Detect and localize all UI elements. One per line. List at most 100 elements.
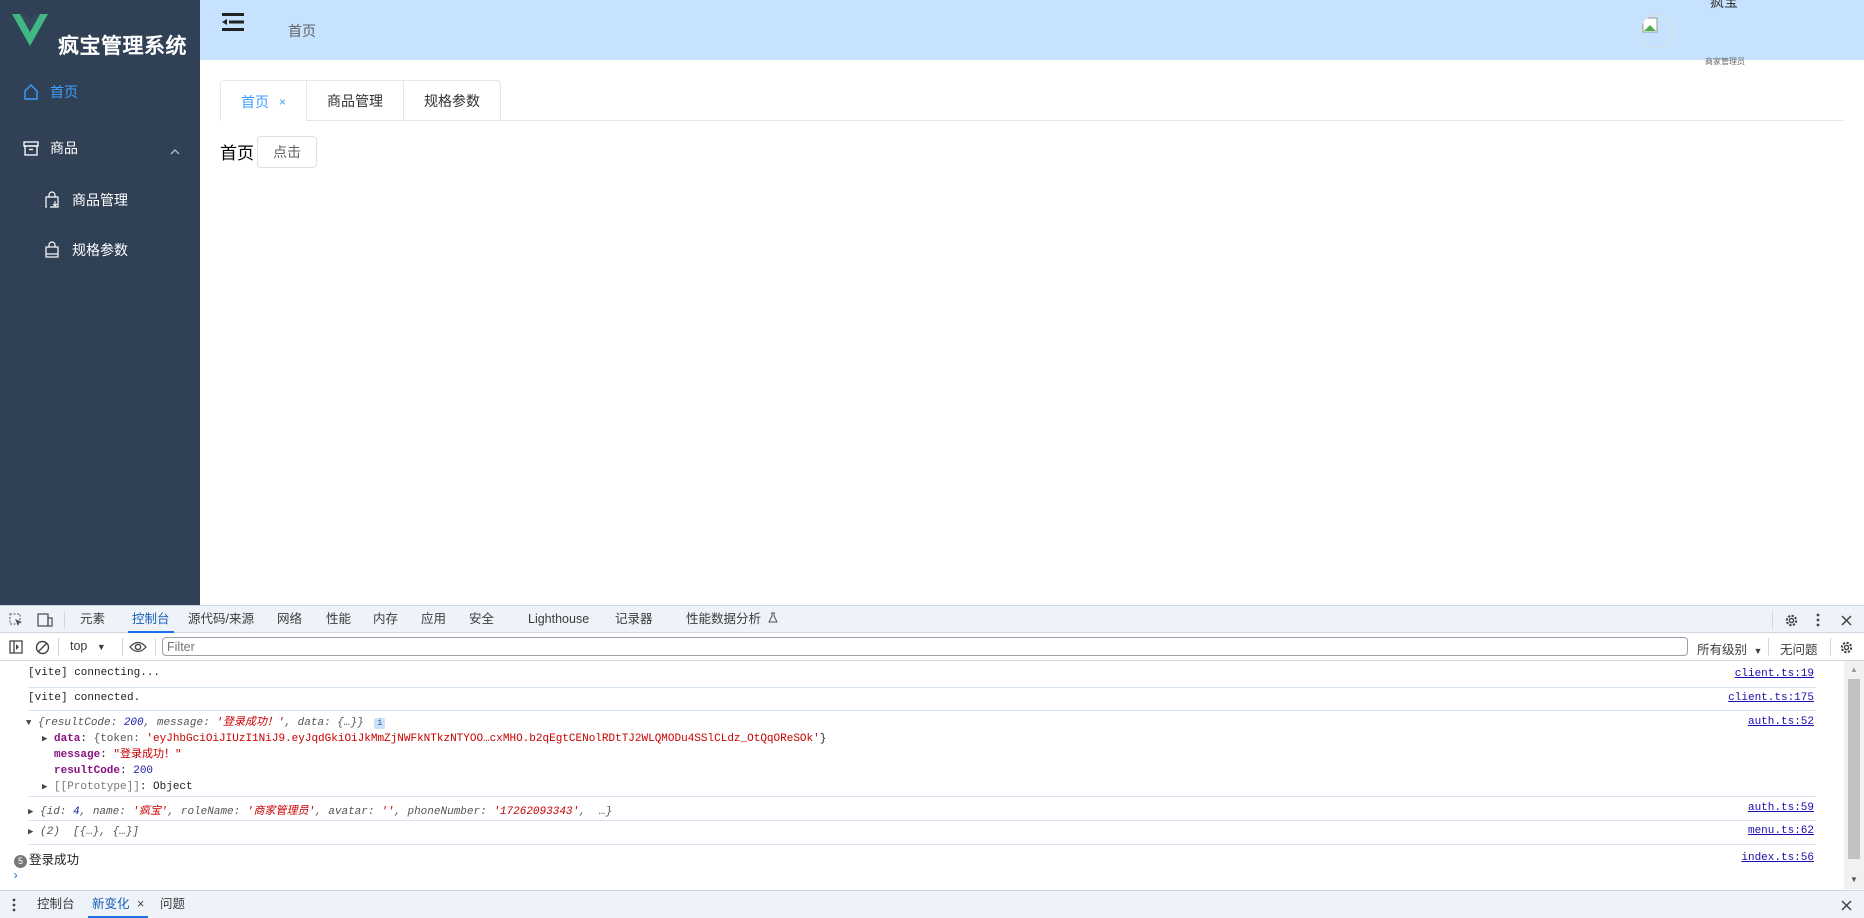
- console-scrollbar[interactable]: ▲ ▼: [1844, 661, 1864, 889]
- drawer-tab-issues[interactable]: 问题: [160, 891, 185, 918]
- click-button[interactable]: 点击: [257, 136, 317, 168]
- console-message-grouped: 5 登录成功: [14, 849, 79, 868]
- tab-label: 性能数据分析: [686, 612, 762, 626]
- expand-triangle-icon[interactable]: ▶: [28, 807, 40, 817]
- tab-label: 商品管理: [327, 93, 384, 109]
- tab-label: 规格参数: [424, 93, 481, 109]
- tab-application[interactable]: 应用: [421, 606, 446, 633]
- repeat-count-badge: 5: [14, 855, 27, 868]
- console-output: [vite] connecting... client.ts:19 [vite]…: [0, 661, 1844, 889]
- bag-icon: [44, 241, 62, 259]
- message-text: 登录成功: [29, 853, 80, 867]
- source-link[interactable]: auth.ts:59: [1748, 802, 1814, 814]
- tab-performance[interactable]: 性能: [326, 606, 351, 633]
- close-drawer-icon[interactable]: [1838, 896, 1854, 914]
- info-icon[interactable]: i: [374, 718, 386, 729]
- close-devtools-icon[interactable]: [1838, 611, 1854, 629]
- tab-bar: 首页 × 商品管理 规格参数: [220, 80, 1844, 122]
- scroll-down-icon[interactable]: ▼: [1850, 875, 1858, 884]
- page-title: 首页: [220, 144, 254, 163]
- scroll-up-icon[interactable]: ▲: [1850, 665, 1858, 674]
- sidebar-item-spec-params[interactable]: 规格参数: [0, 222, 200, 278]
- app-title: 疯宝管理系统: [58, 35, 187, 58]
- live-expression-eye-icon[interactable]: [128, 638, 148, 656]
- message-text: [vite] connected.: [28, 692, 141, 704]
- tab-label: 新变化: [92, 897, 130, 911]
- tab-console[interactable]: 控制台: [128, 606, 174, 633]
- sidebar-item-label: 商品管理: [72, 192, 128, 208]
- tab-security[interactable]: 安全: [469, 606, 494, 633]
- context-selector[interactable]: top ▼: [70, 639, 106, 653]
- dropdown-arrow-icon: ▼: [1753, 646, 1763, 656]
- context-label: top: [70, 639, 88, 653]
- tab-elements[interactable]: 元素: [80, 606, 105, 633]
- sidebar-item-home[interactable]: 首页: [0, 64, 200, 120]
- console-toolbar: top ▼ 所有级别 ▼ 无问题: [0, 633, 1864, 661]
- drawer-menu-icon[interactable]: [10, 896, 18, 914]
- close-icon[interactable]: ×: [137, 897, 144, 911]
- sidebar: 疯宝管理系统 首页 商品 商品管理 规格参数: [0, 0, 200, 605]
- console-array[interactable]: ▶ (2) [{…}, {…}]: [28, 822, 1816, 845]
- sidebar-item-goods[interactable]: 商品: [0, 120, 200, 176]
- logo: 疯宝管理系统: [12, 14, 198, 60]
- vue-logo-icon: [12, 14, 48, 46]
- issues-counter[interactable]: 无问题: [1780, 639, 1818, 658]
- source-link[interactable]: client.ts:175: [1728, 692, 1814, 704]
- tab-memory[interactable]: 内存: [373, 606, 398, 633]
- tab-lighthouse[interactable]: Lighthouse: [528, 606, 589, 633]
- devtools-panel: 元素 控制台 源代码/来源 网络 性能 内存 应用 安全 Lighthouse …: [0, 605, 1864, 918]
- drawer-tab-console[interactable]: 控制台: [37, 891, 75, 918]
- more-options-icon[interactable]: [1812, 611, 1824, 629]
- avatar[interactable]: [1640, 14, 1674, 48]
- console-prompt-icon[interactable]: ›: [12, 869, 19, 883]
- tab-spec-params[interactable]: 规格参数: [403, 81, 500, 121]
- flask-icon: [767, 612, 778, 626]
- console-object[interactable]: ▶ {id: 4, name: '疯宝', roleName: '商家管理员', …: [28, 798, 1816, 821]
- log-levels-dropdown[interactable]: 所有级别 ▼: [1697, 639, 1762, 658]
- device-toolbar-icon[interactable]: [36, 612, 54, 628]
- tab-home[interactable]: 首页 ×: [221, 81, 307, 122]
- expand-triangle-icon[interactable]: ▶: [42, 779, 54, 795]
- user-name[interactable]: 疯宝: [1710, 0, 1738, 12]
- user-role: 商家管理员: [1705, 57, 1745, 66]
- tab-sources[interactable]: 源代码/来源: [188, 606, 254, 633]
- collapse-menu-icon[interactable]: [222, 12, 244, 32]
- close-icon[interactable]: ×: [279, 95, 286, 109]
- source-link[interactable]: menu.ts:62: [1748, 825, 1814, 837]
- tab-performance-insights[interactable]: 性能数据分析: [686, 606, 778, 633]
- settings-gear-icon[interactable]: [1782, 611, 1800, 629]
- sidebar-item-goods-management[interactable]: 商品管理: [0, 172, 200, 228]
- tab-goods-management[interactable]: 商品管理: [306, 81, 403, 121]
- devtools-drawer: 控制台 新变化 × 问题: [0, 890, 1864, 918]
- clear-console-icon[interactable]: [34, 639, 50, 655]
- devtools-tabbar: 元素 控制台 源代码/来源 网络 性能 内存 应用 安全 Lighthouse …: [0, 605, 1864, 633]
- expand-triangle-icon[interactable]: ▶: [42, 731, 54, 747]
- top-header: 首页 疯宝 商家管理员: [200, 0, 1864, 66]
- app-root: 疯宝管理系统 首页 商品 商品管理 规格参数 首页 疯宝 商家管理员 首页 × …: [0, 0, 1864, 605]
- console-filter-input[interactable]: [162, 637, 1688, 656]
- breadcrumb: 首页: [288, 23, 316, 39]
- scrollbar-thumb[interactable]: [1848, 679, 1860, 859]
- sidebar-toggle-icon[interactable]: [8, 639, 24, 655]
- console-object-expanded: ▼ {resultCode: 200, message: '登录成功！', dat…: [26, 712, 1816, 797]
- chevron-up-icon: [170, 142, 180, 158]
- tab-recorder[interactable]: 记录器: [615, 606, 653, 633]
- message-text: [vite] connecting...: [28, 667, 161, 679]
- collapse-triangle-icon[interactable]: ▼: [26, 715, 38, 731]
- box-icon: [22, 139, 40, 157]
- source-link[interactable]: auth.ts:52: [1748, 716, 1814, 728]
- console-settings-gear-icon[interactable]: [1837, 638, 1855, 656]
- dropdown-arrow-icon: ▼: [96, 642, 106, 652]
- console-message: [vite] connecting...: [28, 667, 1816, 688]
- sidebar-item-label: 商品: [50, 140, 78, 156]
- tab-network[interactable]: 网络: [277, 606, 302, 633]
- home-icon: [22, 83, 40, 101]
- source-link[interactable]: index.ts:56: [1741, 852, 1814, 864]
- console-message: [vite] connected.: [28, 689, 1816, 711]
- tab-label: 首页: [241, 93, 269, 110]
- source-link[interactable]: client.ts:19: [1735, 668, 1814, 680]
- expand-triangle-icon[interactable]: ▶: [28, 827, 40, 837]
- inspect-element-icon[interactable]: [8, 612, 24, 628]
- drawer-tab-whats-new[interactable]: 新变化 ×: [88, 891, 149, 918]
- sidebar-item-label: 首页: [50, 84, 78, 100]
